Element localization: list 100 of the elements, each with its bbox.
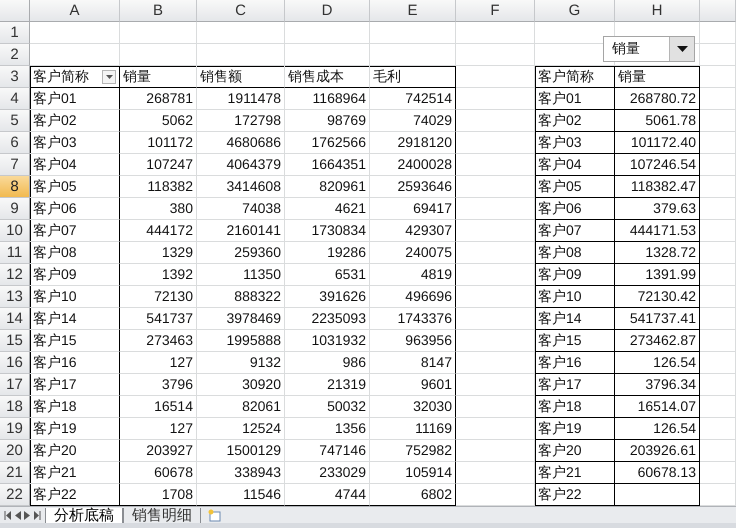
table-cell: 客户08 bbox=[30, 242, 120, 264]
table-cell: 32030 bbox=[370, 396, 456, 418]
column-header[interactable]: D bbox=[285, 0, 370, 22]
table-cell: 客户02 bbox=[535, 110, 615, 132]
column-heading: 销售成本 bbox=[285, 66, 370, 88]
table-cell: 50032 bbox=[285, 396, 370, 418]
table-cell: 1743376 bbox=[370, 308, 456, 330]
dropdown-button[interactable] bbox=[669, 37, 694, 61]
table-cell: 1328.72 bbox=[615, 242, 700, 264]
row-header[interactable]: 5 bbox=[0, 110, 30, 132]
table-cell: 541737 bbox=[120, 308, 197, 330]
table-cell: 742514 bbox=[370, 88, 456, 110]
column-heading: 销量 bbox=[615, 66, 700, 88]
caret-icon bbox=[106, 74, 112, 78]
table-cell: 客户06 bbox=[535, 198, 615, 220]
table-cell: 72130.42 bbox=[615, 286, 700, 308]
row-header[interactable]: 8 bbox=[0, 176, 30, 198]
filter-button[interactable] bbox=[102, 70, 116, 84]
table-cell: 1995888 bbox=[197, 330, 285, 352]
table-cell: 752982 bbox=[370, 440, 456, 462]
row-header[interactable]: 3 bbox=[0, 66, 30, 88]
table-cell: 2400028 bbox=[370, 154, 456, 176]
row-header[interactable]: 1 bbox=[0, 22, 30, 44]
table-cell: 107247 bbox=[120, 154, 197, 176]
table-cell: 4680686 bbox=[197, 132, 285, 154]
column-header[interactable]: A bbox=[30, 0, 120, 22]
table-cell: 2593646 bbox=[370, 176, 456, 198]
table-cell: 69417 bbox=[370, 198, 456, 220]
row-header[interactable]: 19 bbox=[0, 418, 30, 440]
row-header[interactable]: 7 bbox=[0, 154, 30, 176]
column-header[interactable]: B bbox=[120, 0, 197, 22]
table-cell: 客户17 bbox=[535, 374, 615, 396]
previous-sheet-icon[interactable] bbox=[15, 511, 21, 520]
table-cell: 74029 bbox=[370, 110, 456, 132]
row-header[interactable]: 22 bbox=[0, 484, 30, 506]
table-cell: 客户19 bbox=[30, 418, 120, 440]
table-cell: 客户03 bbox=[535, 132, 615, 154]
table-cell: 3796 bbox=[120, 374, 197, 396]
table-cell: 客户21 bbox=[30, 462, 120, 484]
table-cell: 127 bbox=[120, 352, 197, 374]
table-cell: 444172 bbox=[120, 220, 197, 242]
row-header[interactable]: 9 bbox=[0, 198, 30, 220]
table-cell: 5061.78 bbox=[615, 110, 700, 132]
table-cell: 客户05 bbox=[535, 176, 615, 198]
table-cell: 118382.47 bbox=[615, 176, 700, 198]
table-cell: 98769 bbox=[285, 110, 370, 132]
row-header[interactable]: 18 bbox=[0, 396, 30, 418]
row-header[interactable]: 11 bbox=[0, 242, 30, 264]
row-header[interactable]: 12 bbox=[0, 264, 30, 286]
sheet-tab[interactable]: 分析底稿 bbox=[45, 508, 123, 523]
table-cell: 379.63 bbox=[615, 198, 700, 220]
row-header[interactable]: 10 bbox=[0, 220, 30, 242]
next-sheet-icon[interactable] bbox=[24, 511, 30, 520]
table-cell: 9601 bbox=[370, 374, 456, 396]
table-cell: 客户01 bbox=[535, 88, 615, 110]
table-cell: 1392 bbox=[120, 264, 197, 286]
column-heading: 销售额 bbox=[197, 66, 285, 88]
dropdown[interactable]: 销量 bbox=[603, 36, 695, 62]
table-cell: 126.54 bbox=[615, 418, 700, 440]
new-sheet-icon[interactable] bbox=[207, 509, 223, 523]
table-cell: 233029 bbox=[285, 462, 370, 484]
last-sheet-icon[interactable] bbox=[33, 511, 41, 520]
table-cell: 19286 bbox=[285, 242, 370, 264]
column-header[interactable]: F bbox=[456, 0, 535, 22]
table-cell: 4621 bbox=[285, 198, 370, 220]
row-header[interactable]: 17 bbox=[0, 374, 30, 396]
table-cell: 963956 bbox=[370, 330, 456, 352]
table-cell: 16514.07 bbox=[615, 396, 700, 418]
table-cell: 16514 bbox=[120, 396, 197, 418]
table-cell: 客户14 bbox=[30, 308, 120, 330]
row-header[interactable]: 14 bbox=[0, 308, 30, 330]
table-cell: 客户06 bbox=[30, 198, 120, 220]
column-header[interactable]: G bbox=[535, 0, 615, 22]
row-header[interactable]: 15 bbox=[0, 330, 30, 352]
row-header[interactable]: 4 bbox=[0, 88, 30, 110]
table-cell: 11169 bbox=[370, 418, 456, 440]
table-cell: 客户18 bbox=[535, 396, 615, 418]
row-header[interactable]: 16 bbox=[0, 352, 30, 374]
table-cell: 3978469 bbox=[197, 308, 285, 330]
row-header[interactable]: 21 bbox=[0, 462, 30, 484]
table-cell: 客户07 bbox=[30, 220, 120, 242]
table-cell: 268780.72 bbox=[615, 88, 700, 110]
row-header[interactable]: 13 bbox=[0, 286, 30, 308]
table-cell: 客户07 bbox=[535, 220, 615, 242]
table-cell: 444171.53 bbox=[615, 220, 700, 242]
row-header[interactable]: 6 bbox=[0, 132, 30, 154]
sheet-tab[interactable]: 销售明细 bbox=[123, 508, 201, 523]
row-header[interactable]: 2 bbox=[0, 44, 30, 66]
first-sheet-icon[interactable] bbox=[4, 511, 12, 520]
column-header[interactable]: C bbox=[197, 0, 285, 22]
table-cell: 1168964 bbox=[285, 88, 370, 110]
table-cell: 客户09 bbox=[30, 264, 120, 286]
table-cell: 273463 bbox=[120, 330, 197, 352]
table-cell: 82061 bbox=[197, 396, 285, 418]
column-header[interactable]: H bbox=[615, 0, 700, 22]
table-cell: 6531 bbox=[285, 264, 370, 286]
table-cell: 8147 bbox=[370, 352, 456, 374]
column-header[interactable]: E bbox=[370, 0, 456, 22]
table-cell: 4064379 bbox=[197, 154, 285, 176]
row-header[interactable]: 20 bbox=[0, 440, 30, 462]
